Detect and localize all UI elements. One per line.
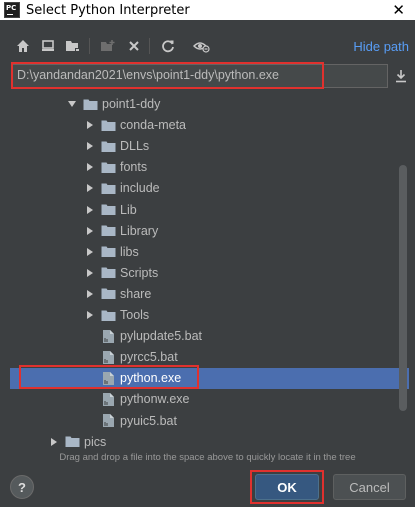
ok-annotation-box (250, 470, 324, 504)
desktop-icon[interactable] (38, 34, 58, 58)
chevron-right-icon[interactable] (49, 437, 59, 447)
folder-icon (64, 434, 80, 450)
tree-item-label: Lib (120, 202, 137, 217)
folder-icon (100, 286, 116, 302)
folder-icon (100, 244, 116, 260)
show-hidden-icon[interactable] (192, 34, 212, 58)
file-icon (100, 328, 116, 344)
tree-scrollbar-thumb[interactable] (399, 165, 407, 411)
toolbar: Hide path (0, 34, 415, 60)
tree-file-row[interactable]: pyuic5.bat (10, 411, 409, 432)
title-bar: PC Select Python Interpreter ✕ (0, 0, 415, 20)
new-folder-icon[interactable] (98, 34, 118, 58)
tree-item-label: Scripts (120, 265, 159, 280)
chevron-down-icon[interactable] (67, 99, 77, 109)
tree-item-label: pics (84, 434, 107, 449)
chevron-right-icon[interactable] (85, 268, 95, 278)
folder-icon (100, 202, 116, 218)
tree-folder-row[interactable]: point1-ddy (10, 94, 409, 115)
tree-folder-row[interactable]: Lib (10, 200, 409, 221)
folder-icon (100, 138, 116, 154)
tree-file-row[interactable]: pythonw.exe (10, 389, 409, 410)
file-tree[interactable]: point1-ddy conda-meta DLLs fonts include Lib L… (10, 92, 409, 454)
tree-item-label: conda-meta (120, 118, 187, 133)
tree-folder-row[interactable]: conda-meta (10, 115, 409, 136)
home-icon[interactable] (13, 34, 33, 58)
folder-icon (100, 265, 116, 281)
close-icon[interactable]: ✕ (392, 1, 405, 19)
project-folder-icon[interactable] (63, 34, 83, 58)
tree-item-label: pyuic5.bat (120, 413, 177, 428)
cancel-button[interactable]: Cancel (333, 474, 406, 500)
app-icon-text: PC (6, 4, 17, 12)
tree-folder-row[interactable]: Scripts (10, 263, 409, 284)
selection-annotation-box (19, 365, 199, 389)
tree-item-label: pyrcc5.bat (120, 350, 178, 365)
folder-icon (100, 159, 116, 175)
tree-item-label: point1-ddy (102, 97, 161, 111)
pycharm-logo-icon: PC (4, 2, 20, 18)
file-icon (100, 349, 116, 365)
chevron-right-icon[interactable] (85, 289, 95, 299)
tree-file-row[interactable]: pylupdate5.bat (10, 326, 409, 347)
folder-icon (100, 307, 116, 323)
tree-item-label: libs (120, 244, 139, 259)
tree-folder-row[interactable]: include (10, 178, 409, 199)
chevron-right-icon[interactable] (85, 247, 95, 257)
delete-icon[interactable] (124, 34, 144, 58)
chevron-right-icon[interactable] (85, 205, 95, 215)
chevron-right-icon[interactable] (85, 183, 95, 193)
tree-item-label: pylupdate5.bat (120, 329, 203, 344)
file-icon (100, 413, 116, 429)
tree-folder-row[interactable]: DLLs (10, 136, 409, 157)
tree-item-label: share (120, 286, 152, 301)
window-title: Select Python Interpreter (26, 2, 190, 18)
chevron-right-icon[interactable] (85, 162, 95, 172)
tree-item-label: Library (120, 223, 159, 238)
tree-folder-row[interactable]: Tools (10, 305, 409, 326)
folder-icon (100, 117, 116, 133)
chevron-right-icon[interactable] (85, 120, 95, 130)
chevron-right-icon[interactable] (85, 141, 95, 151)
download-icon[interactable] (393, 66, 409, 86)
folder-icon (82, 96, 98, 112)
toolbar-separator (149, 38, 150, 54)
tree-item-label: fonts (120, 160, 148, 175)
tree-folder-row[interactable]: share (10, 284, 409, 305)
folder-icon (100, 223, 116, 239)
tree-folder-row[interactable]: libs (10, 242, 409, 263)
drag-drop-hint: Drag and drop a file into the space abov… (59, 452, 356, 463)
tree-item-label: include (120, 181, 160, 196)
tree-item-label: DLLs (120, 139, 150, 154)
chevron-right-icon[interactable] (85, 226, 95, 236)
chevron-right-icon[interactable] (85, 310, 95, 320)
tree-item-label: Tools (120, 308, 150, 322)
hide-path-link[interactable]: Hide path (353, 39, 409, 54)
refresh-icon[interactable] (158, 34, 178, 58)
file-icon (100, 391, 116, 407)
tree-item-label: pythonw.exe (120, 392, 190, 407)
help-button[interactable]: ? (10, 475, 34, 499)
tree-folder-row[interactable]: pics (10, 432, 409, 453)
path-annotation-box (11, 62, 324, 89)
toolbar-separator (89, 38, 90, 54)
folder-icon (100, 180, 116, 196)
tree-folder-row[interactable]: fonts (10, 157, 409, 178)
tree-folder-row[interactable]: Library (10, 221, 409, 242)
